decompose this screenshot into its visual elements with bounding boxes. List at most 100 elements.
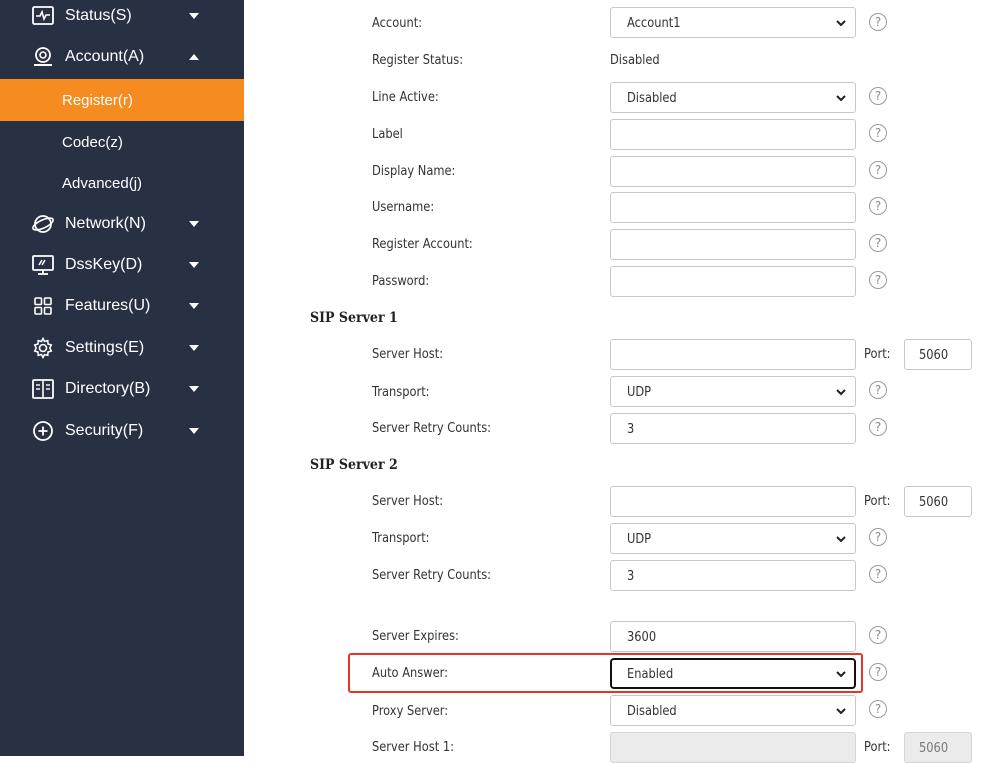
chevron-down-icon <box>836 708 846 715</box>
help-icon[interactable]: ? <box>869 124 887 142</box>
proxy-server-value: Disabled <box>627 704 677 719</box>
sidebar-item-status[interactable]: Status(S) <box>0 0 244 36</box>
register-status-value: Disabled <box>610 53 660 68</box>
sidebar-nav: Status(S) Account(A) Register(r) Codec(z… <box>0 0 244 756</box>
help-icon[interactable]: ? <box>869 626 887 644</box>
gear-icon <box>30 336 56 360</box>
proxy-server-select[interactable]: Disabled <box>610 695 856 726</box>
server-host-1-input[interactable] <box>610 732 856 763</box>
server-expires-input[interactable]: 3600 <box>610 621 856 652</box>
dsskey-icon <box>30 253 56 277</box>
sidebar-item-dsskey[interactable]: DssKey(D) <box>0 245 244 285</box>
sidebar-item-label: Account(A) <box>65 48 145 65</box>
chevron-down-icon <box>189 386 199 392</box>
sip2-port-label: Port: <box>864 494 891 509</box>
server-expires-label: Server Expires: <box>372 629 459 644</box>
sip2-port-input[interactable]: 5060 <box>904 486 972 517</box>
help-icon[interactable]: ? <box>869 197 887 215</box>
help-icon[interactable]: ? <box>869 381 887 399</box>
username-label: Username: <box>372 200 435 215</box>
server-host-1-port-input[interactable]: 5060 <box>904 732 972 763</box>
sip2-server-host-label: Server Host: <box>372 494 444 509</box>
chevron-down-icon <box>836 20 846 27</box>
display-name-label: Display Name: <box>372 164 456 179</box>
sidebar-item-features[interactable]: Features(U) <box>0 286 244 326</box>
help-icon[interactable]: ? <box>869 700 887 718</box>
sidebar-subitem-label: Advanced(j) <box>62 174 143 192</box>
help-icon[interactable]: ? <box>869 13 887 31</box>
sidebar-item-label: Network(N) <box>65 215 146 232</box>
help-icon[interactable]: ? <box>869 271 887 289</box>
sip-server-1-heading: SIP Server 1 <box>310 310 398 326</box>
line-active-label: Line Active: <box>372 90 439 105</box>
account-icon <box>30 45 56 69</box>
sidebar-item-account[interactable]: Account(A) <box>0 37 244 77</box>
auto-answer-select[interactable]: Enabled <box>610 658 856 689</box>
auto-answer-value: Enabled <box>627 667 674 682</box>
label-input[interactable] <box>610 119 856 150</box>
sip1-retry-label: Server Retry Counts: <box>372 421 492 436</box>
sip1-retry-input[interactable]: 3 <box>610 413 856 444</box>
sip2-retry-input[interactable]: 3 <box>610 560 856 591</box>
register-account-label: Register Account: <box>372 237 473 252</box>
server-expires-value: 3600 <box>627 630 657 645</box>
sip1-server-host-input[interactable] <box>610 339 856 370</box>
sidebar-item-label: DssKey(D) <box>65 256 143 273</box>
chevron-down-icon <box>836 389 846 396</box>
shield-icon <box>30 419 56 443</box>
status-icon <box>30 4 56 28</box>
features-icon <box>30 294 56 318</box>
chevron-down-icon <box>189 13 199 19</box>
sip1-transport-select[interactable]: UDP <box>610 376 856 407</box>
chevron-down-icon <box>189 221 199 227</box>
help-icon[interactable]: ? <box>869 234 887 252</box>
sip-server-2-heading: SIP Server 2 <box>310 457 398 473</box>
help-icon[interactable]: ? <box>869 87 887 105</box>
sidebar-subitem-codec[interactable]: Codec(z) <box>0 121 244 163</box>
sip2-retry-label: Server Retry Counts: <box>372 568 492 583</box>
register-account-input[interactable] <box>610 229 856 260</box>
help-icon[interactable]: ? <box>869 663 887 681</box>
chevron-down-icon <box>836 95 846 102</box>
sip1-retry-value: 3 <box>627 422 635 437</box>
password-input[interactable] <box>610 266 856 297</box>
sip2-retry-value: 3 <box>627 569 635 584</box>
help-icon[interactable]: ? <box>869 418 887 436</box>
account-select[interactable]: Account1 <box>610 7 856 38</box>
line-active-select-value: Disabled <box>627 91 677 106</box>
chevron-down-icon <box>836 536 846 543</box>
sidebar-subitem-advanced[interactable]: Advanced(j) <box>0 162 244 204</box>
chevron-down-icon <box>189 303 199 309</box>
help-icon[interactable]: ? <box>869 161 887 179</box>
sidebar-item-settings[interactable]: Settings(E) <box>0 328 244 368</box>
sip2-port-value: 5060 <box>919 495 949 510</box>
sip2-server-host-input[interactable] <box>610 486 856 517</box>
help-icon[interactable]: ? <box>869 528 887 546</box>
label-field-label: Label <box>372 127 403 142</box>
sip1-transport-label: Transport: <box>372 385 430 400</box>
sidebar-subitem-register[interactable]: Register(r) <box>0 79 244 121</box>
chevron-down-icon <box>189 345 199 351</box>
register-form: Account: Account1 ? Register Status: Dis… <box>244 0 998 763</box>
sip1-port-value: 5060 <box>919 348 949 363</box>
sidebar-subitem-label: Codec(z) <box>62 133 123 151</box>
username-input[interactable] <box>610 192 856 223</box>
sidebar-item-label: Features(U) <box>65 297 151 314</box>
sidebar-item-label: Directory(B) <box>65 380 151 397</box>
register-status-label: Register Status: <box>372 53 464 68</box>
sidebar-item-directory[interactable]: Directory(B) <box>0 369 244 409</box>
line-active-select[interactable]: Disabled <box>610 82 856 113</box>
sip2-transport-select[interactable]: UDP <box>610 523 856 554</box>
sip1-port-input[interactable]: 5060 <box>904 339 972 370</box>
server-host-1-port-label: Port: <box>864 740 891 755</box>
display-name-input[interactable] <box>610 156 856 187</box>
help-icon[interactable]: ? <box>869 565 887 583</box>
chevron-down-icon <box>189 262 199 268</box>
sip1-port-label: Port: <box>864 347 891 362</box>
sidebar-subitem-label: Register(r) <box>62 91 133 109</box>
chevron-down-icon <box>189 428 199 434</box>
chevron-up-icon <box>189 54 199 60</box>
sidebar-item-security[interactable]: Security(F) <box>0 411 244 451</box>
sidebar-item-network[interactable]: Network(N) <box>0 204 244 244</box>
account-label: Account: <box>372 16 423 31</box>
